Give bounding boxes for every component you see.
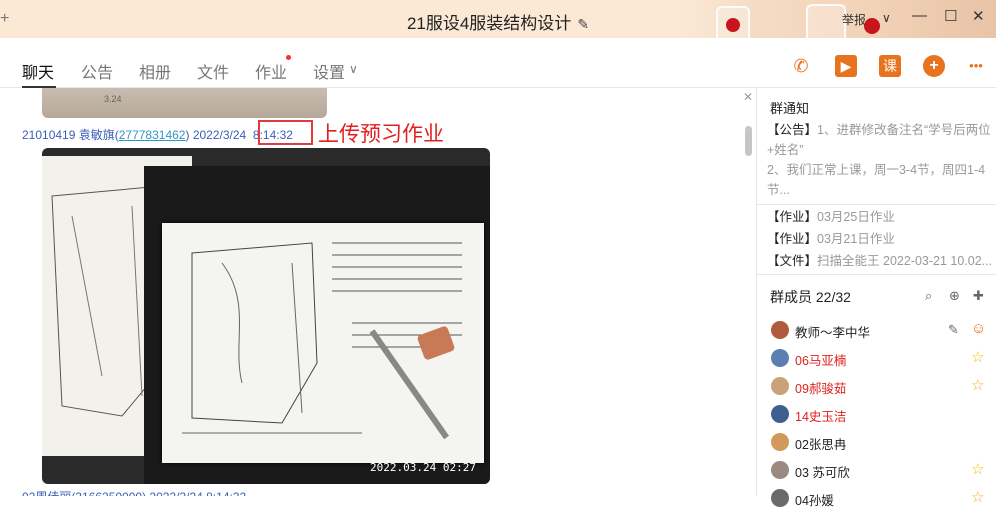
sender-name[interactable]: 21010419 袁敏旗 [22,128,115,142]
member-name: 09郝骏茹 [795,382,847,396]
tab-settings[interactable]: 设置 [313,59,345,83]
notice-file[interactable]: 【文件】扫描全能王 2022-03-21 10.02... [767,251,993,271]
tab-files[interactable]: 文件 [197,59,229,83]
avatar [771,349,789,367]
divider-2 [757,274,996,275]
add-member-icon[interactable]: ⊕ [949,288,960,304]
admin-icon: ☺ [971,320,987,337]
photo-message[interactable]: 2022.03.24 02:27 [42,148,490,484]
maximize-button[interactable]: ☐ [944,7,957,25]
report-button[interactable]: 举报 [842,11,866,28]
member-name: 02张思冉 [795,438,847,452]
star-icon: ☆ [971,489,985,506]
previous-photo-text: 3.24 [104,94,122,104]
search-members-icon[interactable]: ⌕ [925,288,932,304]
chat-area[interactable]: 3.24 21010419 袁敏旗(2777831462) 2022/3/24 … [0,88,756,496]
title-bar: + 21服设4服装结构设计 ✎ 举报 ∨ — ☐ ✕ [0,0,996,38]
avatar [771,461,789,479]
member-item[interactable]: 04孙媛 ☆ [771,488,993,508]
member-name: 06马亚楠 [795,354,847,368]
member-name: 03 苏可欣 [795,466,850,480]
next-message-header: 02周佳丽(3166250000) 2022/3/24 8:14:32 [22,488,246,496]
notice-announcement-2[interactable]: 2、我们正常上课，周一3-4节，周四1-4节... [767,160,993,200]
video-call-icon[interactable]: ▶ [835,55,857,77]
member-name: 教师～李中华 [795,326,871,340]
star-icon: ☆ [971,461,985,478]
tab-homework[interactable]: 作业 [255,59,287,83]
notice-homework-2[interactable]: 【作业】03月21日作业 [767,229,993,249]
edit-icon[interactable]: ✎ [577,16,589,32]
lesson-icon[interactable]: 课 [879,55,901,77]
add-icon[interactable]: + [923,55,945,77]
close-icon[interactable]: ✕ [743,90,753,104]
homework-notification-dot [286,55,291,60]
window-title-text: 21服设4服装结构设计 [406,14,572,33]
notice-announcement-1[interactable]: 【公告】1、进群修改备注名“学号后两位+姓名” [767,120,993,160]
phone-icon[interactable]: ✆ [790,55,812,77]
member-name: 04孙媛 [795,494,834,508]
minimize-button[interactable]: — [912,7,927,24]
more-icon[interactable]: ••• [963,55,989,77]
close-button[interactable]: ✕ [972,7,985,25]
member-item[interactable]: 03 苏可欣 ☆ [771,460,993,480]
sender-qq-link[interactable]: 2777831462 [119,128,186,142]
invite-member-icon[interactable]: ✚ [973,288,984,304]
member-item[interactable]: 09郝骏茹 ☆ [771,376,993,396]
member-name: 14史玉洁 [795,410,847,424]
previous-photo-message[interactable]: 3.24 [42,88,327,118]
avatar [771,377,789,395]
star-icon: ☆ [971,349,985,366]
members-title: 群成员 22/32 [770,289,851,305]
member-item[interactable]: 06马亚楠 ☆ [771,348,993,368]
dropdown-icon[interactable]: ∨ [882,11,891,25]
photo-timestamp: 2022.03.24 02:27 [370,461,476,474]
member-item[interactable]: 教师～李中华 ✎ ☺ [771,320,993,340]
avatar [771,405,789,423]
annotation-text: 上传预习作业 [318,123,444,146]
star-icon: ☆ [971,377,985,394]
time-highlight-box [258,120,313,145]
chat-scrollbar[interactable] [745,126,752,156]
divider [757,204,996,205]
edit-icon[interactable]: ✎ [948,322,959,338]
avatar [771,489,789,507]
side-panel: 群通知 【公告】1、进群修改备注名“学号后两位+姓名” 2、我们正常上课，周一3… [756,88,996,508]
tab-announcement[interactable]: 公告 [81,59,113,83]
settings-chevron-down-icon[interactable]: ∨ [349,62,358,76]
avatar [771,433,789,451]
message-header: 21010419 袁敏旗(2777831462) 2022/3/24 8:14:… [22,128,293,142]
tab-album[interactable]: 相册 [139,59,171,83]
member-item[interactable]: 14史玉洁 [771,404,993,424]
notice-homework-1[interactable]: 【作业】03月25日作业 [767,207,993,227]
member-item[interactable]: 02张思冉 [771,432,993,452]
avatar [771,321,789,339]
tab-chat[interactable]: 聊天 [22,59,54,83]
message-date: 2022/3/24 [192,128,247,142]
notice-title: 群通知 [770,101,810,116]
